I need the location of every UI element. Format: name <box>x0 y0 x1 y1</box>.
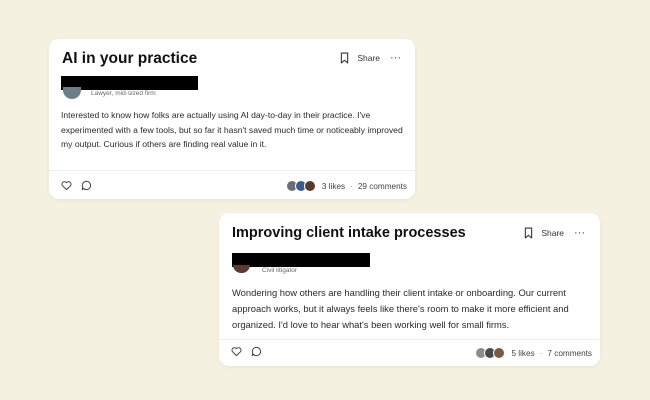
likes-count[interactable]: 3 likes <box>322 182 345 191</box>
avatar[interactable] <box>63 87 81 99</box>
comment-icon[interactable] <box>251 346 262 357</box>
bookmark-icon[interactable] <box>340 52 349 64</box>
post-title[interactable]: AI in your practice <box>62 50 197 68</box>
share-button[interactable]: Share <box>357 53 380 63</box>
post-stats: 5 likes · 7 comments <box>475 347 592 359</box>
avatar[interactable] <box>233 265 250 273</box>
post-actions: Share ··· <box>524 227 585 239</box>
comment-icon[interactable] <box>81 180 92 191</box>
author-role: Civil litigator <box>262 267 298 274</box>
divider <box>49 170 415 171</box>
separator: · <box>539 348 543 358</box>
post-body: Wondering how others are handling their … <box>232 287 569 330</box>
separator: · <box>350 181 353 191</box>
comments-count[interactable]: 7 comments <box>547 349 592 358</box>
post-reactions <box>61 180 92 191</box>
avatar <box>493 347 506 359</box>
post-stats: 3 likes · 29 comments <box>285 180 407 192</box>
post-body: Interested to know how folks are actuall… <box>61 110 403 149</box>
post-reactions <box>231 346 262 357</box>
more-options-icon[interactable]: ··· <box>574 228 585 239</box>
post-card[interactable]: AI in your practice Share ··· Lawyer, mi… <box>49 39 415 199</box>
post-actions: Share ··· <box>340 52 401 64</box>
share-button[interactable]: Share <box>541 228 564 238</box>
redacted-author-name <box>61 76 198 90</box>
comments-count[interactable]: 29 comments <box>358 182 407 191</box>
reactor-avatars[interactable] <box>285 180 316 192</box>
reactor-avatars[interactable] <box>475 347 506 359</box>
post-title[interactable]: Improving client intake processes <box>232 225 466 241</box>
more-options-icon[interactable]: ··· <box>390 53 401 64</box>
author-role: Lawyer, mid-sized firm <box>91 90 156 97</box>
bookmark-icon[interactable] <box>524 227 533 239</box>
avatar <box>303 180 316 192</box>
heart-icon[interactable] <box>61 180 72 191</box>
likes-count[interactable]: 5 likes <box>511 349 534 358</box>
divider <box>219 339 600 340</box>
post-card[interactable]: Improving client intake processes Share … <box>219 213 600 366</box>
heart-icon[interactable] <box>231 346 242 357</box>
redacted-author-name <box>232 253 370 267</box>
